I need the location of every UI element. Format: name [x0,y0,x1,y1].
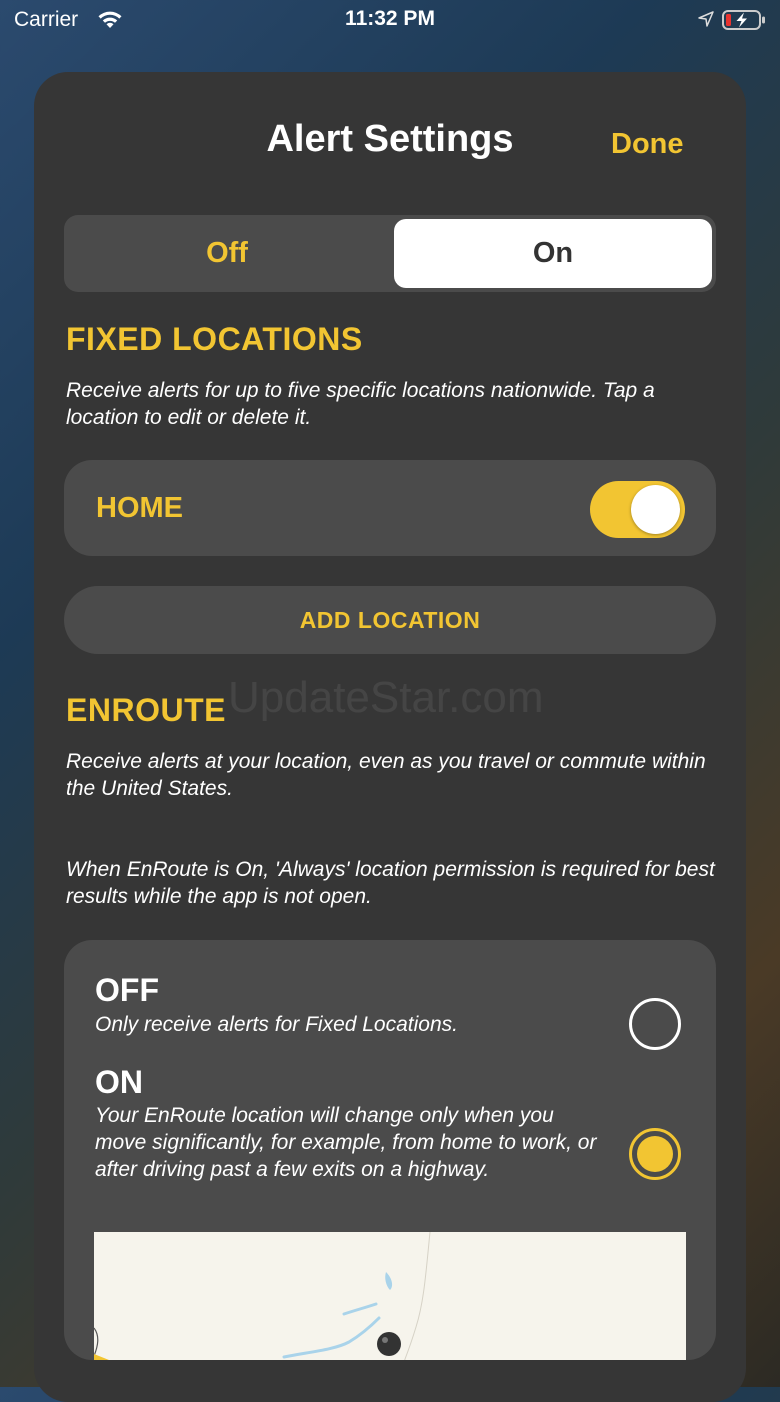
location-item-home[interactable]: HOME [64,460,716,556]
battery-icon [722,10,765,30]
enroute-option-off-title: OFF [95,972,159,1008]
enroute-on-radio[interactable] [629,1128,681,1180]
enroute-permission-note: When EnRoute is On, 'Always' location pe… [66,858,715,908]
enroute-description: Receive alerts at your location, even as… [66,750,706,800]
add-location-button[interactable]: ADD LOCATION [64,586,716,654]
enroute-option-off-description: Only receive alerts for Fixed Locations. [95,1013,458,1036]
location-label: HOME [96,492,183,524]
enroute-option-on-title: ON [95,1064,143,1100]
watermark: UpdateStar.com [228,673,544,722]
enroute-options-card: OFF Only receive alerts for Fixed Locati… [64,940,716,1360]
toggle-knob [631,485,680,534]
home-toggle-switch[interactable] [590,481,685,538]
enroute-off-radio[interactable] [629,998,681,1050]
fixed-locations-description: Receive alerts for up to five specific l… [66,379,655,429]
alert-segmented-control: Off On [64,215,716,292]
done-button[interactable]: Done [611,128,684,161]
status-time: 11:32 PM [345,7,435,30]
enroute-option-on-description: Your EnRoute location will change only w… [95,1104,597,1181]
enroute-map[interactable] [94,1232,686,1360]
enroute-heading: ENROUTE [66,692,226,728]
segment-off[interactable]: Off [64,215,390,292]
segment-on[interactable]: On [394,219,712,288]
fixed-locations-heading: FIXED LOCATIONS [66,321,363,357]
status-bar: Carrier 11:32 PM [0,0,780,40]
location-arrow-icon [698,11,714,27]
